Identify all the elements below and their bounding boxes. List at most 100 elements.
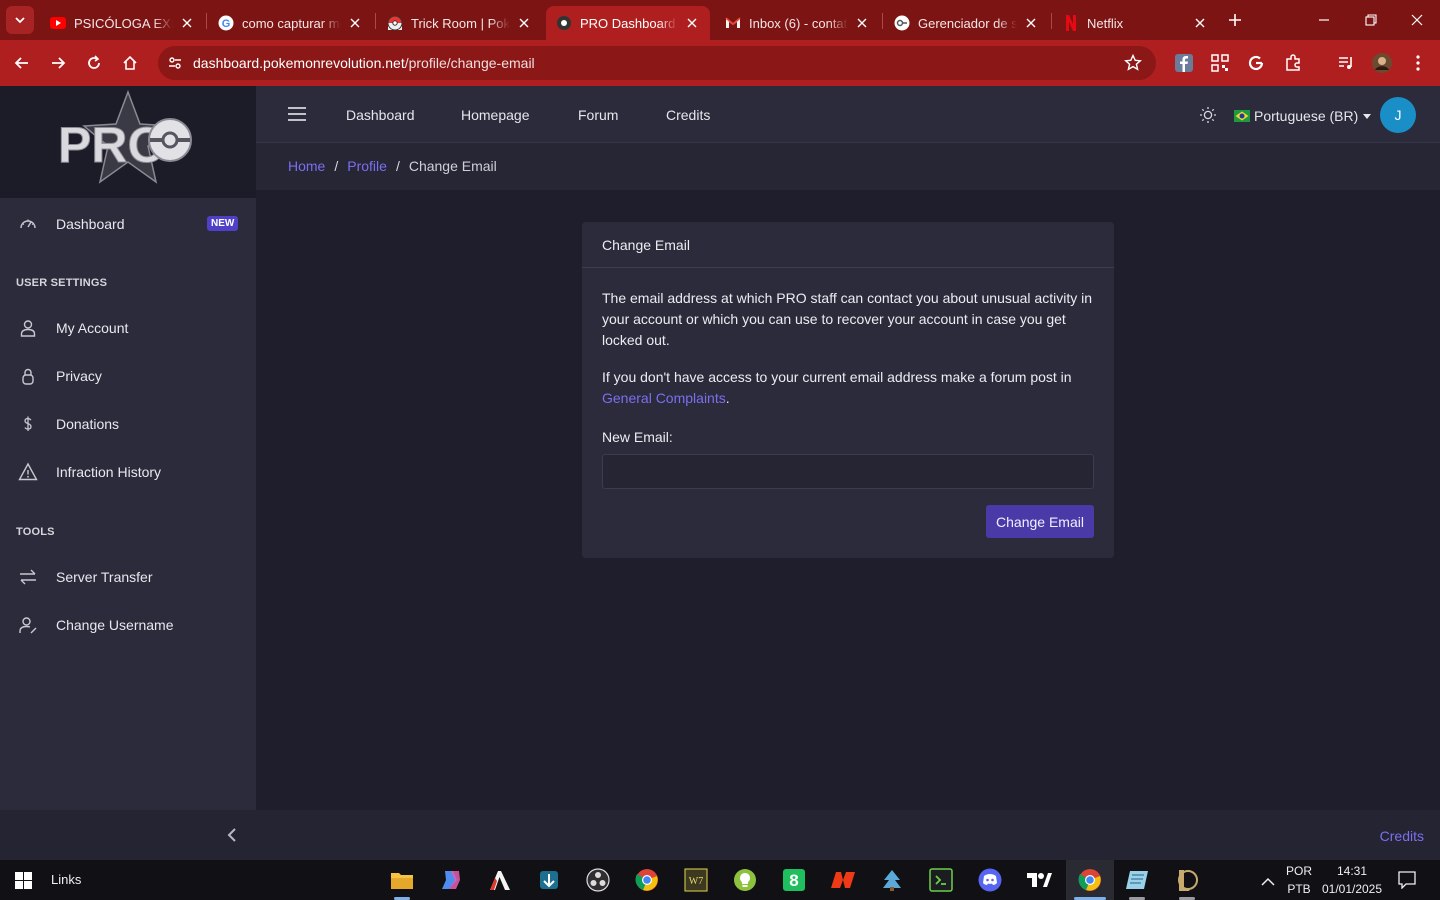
lightbulb-app-icon[interactable] xyxy=(732,867,758,893)
sidebar-item-change-username[interactable]: Change Username xyxy=(0,605,256,645)
extensions-button[interactable] xyxy=(1281,51,1305,75)
sidebar-item-label: Infraction History xyxy=(56,464,162,480)
app-icon-tree[interactable] xyxy=(879,867,905,893)
app-icon-a[interactable] xyxy=(487,867,513,893)
bookmark-star-icon[interactable] xyxy=(1124,53,1142,77)
breadcrumb-separator: / xyxy=(395,158,400,174)
discord-icon[interactable] xyxy=(977,867,1003,893)
user-avatar[interactable]: J xyxy=(1380,97,1416,133)
sidebar-item-privacy[interactable]: Privacy xyxy=(0,356,256,396)
close-icon[interactable] xyxy=(347,15,363,31)
browser-tab[interactable]: Netflix xyxy=(1053,6,1218,40)
clock-date[interactable]: 01/01/2025 xyxy=(1320,882,1384,896)
obs-icon[interactable] xyxy=(585,867,611,893)
browser-tab[interactable]: PSICÓLOGA EXPLICA xyxy=(40,6,205,40)
theme-toggle-button[interactable] xyxy=(1199,106,1217,129)
no-access-note: If you don't have access to your current… xyxy=(602,367,1096,409)
clock-time[interactable]: 14:31 xyxy=(1320,864,1384,878)
show-hidden-icons-button[interactable] xyxy=(1261,874,1275,892)
page-footer: Credits xyxy=(256,810,1440,860)
app-icon-red[interactable] xyxy=(830,867,856,893)
close-icon[interactable] xyxy=(516,15,532,31)
extension-button[interactable] xyxy=(1172,51,1196,75)
new-email-input[interactable] xyxy=(602,454,1094,489)
copilot-icon[interactable] xyxy=(438,867,464,893)
chevron-up-icon xyxy=(1261,877,1275,886)
new-tab-button[interactable] xyxy=(1223,8,1247,32)
extension-button[interactable] xyxy=(1244,51,1268,75)
hamburger-menu-button[interactable] xyxy=(288,106,306,127)
reload-button[interactable] xyxy=(82,51,106,75)
arrow-left-icon xyxy=(14,57,28,69)
sidebar-item-donations[interactable]: Donations xyxy=(0,404,256,444)
start-button[interactable] xyxy=(15,872,32,894)
arrow-right-icon xyxy=(52,57,66,69)
notification-center-button[interactable] xyxy=(1398,871,1416,894)
warning-icon xyxy=(18,462,38,482)
extension-button[interactable] xyxy=(1208,51,1232,75)
input-language[interactable]: POR xyxy=(1285,864,1313,878)
close-icon[interactable] xyxy=(179,15,195,31)
chrome-active-icon[interactable] xyxy=(1077,867,1103,893)
tab-search-button[interactable] xyxy=(6,6,34,34)
pokeball-icon xyxy=(387,15,403,31)
chrome-icon[interactable] xyxy=(634,867,660,893)
puzzle-icon xyxy=(1286,54,1300,71)
nav-dashboard[interactable]: Dashboard xyxy=(346,107,415,123)
tab-label: PSICÓLOGA EXPLICA xyxy=(74,15,173,31)
browser-tab[interactable]: Gerenciador de se xyxy=(884,6,1049,40)
close-icon[interactable] xyxy=(1192,15,1208,31)
browser-tab[interactable]: Trick Room | Pokém xyxy=(377,6,542,40)
change-email-button[interactable]: Change Email xyxy=(986,505,1094,538)
close-window-button[interactable] xyxy=(1405,8,1429,32)
nav-forum[interactable]: Forum xyxy=(578,107,618,123)
close-icon[interactable] xyxy=(684,15,700,31)
transfer-arrows-icon xyxy=(18,567,38,587)
home-button[interactable] xyxy=(118,51,142,75)
tradingview-icon[interactable] xyxy=(1026,867,1052,893)
nav-homepage[interactable]: Homepage xyxy=(461,107,530,123)
terminal-app-icon[interactable] xyxy=(928,867,954,893)
browser-tab[interactable]: G como capturar mo xyxy=(208,6,373,40)
forward-button[interactable] xyxy=(46,51,70,75)
browser-tab-bar: PSICÓLOGA EXPLICA G como capturar mo Tri… xyxy=(0,0,1440,40)
minimize-button[interactable] xyxy=(1312,8,1336,32)
close-icon[interactable] xyxy=(1023,15,1039,31)
pro-logo[interactable]: PRO xyxy=(58,90,198,190)
keyboard-layout[interactable]: PTB xyxy=(1285,882,1313,896)
notes-app-icon[interactable] xyxy=(1124,867,1150,893)
tab-separator xyxy=(882,13,883,29)
browser-tab-active[interactable]: PRO Dashboard xyxy=(546,6,710,40)
footer-credits-link[interactable]: Credits xyxy=(1380,828,1424,844)
browser-menu-button[interactable] xyxy=(1406,51,1430,75)
dollar-icon xyxy=(18,414,38,434)
links-toolbar[interactable]: Links xyxy=(51,872,81,887)
restore-button[interactable] xyxy=(1359,8,1383,32)
top-navbar: Dashboard Homepage Forum Credits Portugu… xyxy=(256,86,1440,143)
file-explorer-icon[interactable] xyxy=(389,867,415,893)
w7-app-icon[interactable]: W7 xyxy=(683,867,709,893)
site-info-icon[interactable] xyxy=(167,55,183,76)
address-bar[interactable]: dashboard.pokemonrevolution.net/profile/… xyxy=(158,46,1156,80)
browser-tab[interactable]: Inbox (6) - contato xyxy=(715,6,880,40)
url-path: /profile/change-email xyxy=(404,55,535,71)
language-selector[interactable]: Portuguese (BR) xyxy=(1234,106,1372,126)
collapse-sidebar-button[interactable] xyxy=(224,826,240,844)
sidebar-item-infraction-history[interactable]: Infraction History xyxy=(0,452,256,492)
sidebar-item-my-account[interactable]: My Account xyxy=(0,308,256,348)
sidebar-item-server-transfer[interactable]: Server Transfer xyxy=(0,557,256,597)
breadcrumb-home[interactable]: Home xyxy=(288,158,325,174)
card-header: Change Email xyxy=(582,222,1114,268)
caret-down-icon xyxy=(1363,113,1372,119)
profile-button[interactable] xyxy=(1370,51,1394,75)
general-complaints-link[interactable]: General Complaints xyxy=(602,390,726,406)
nav-credits[interactable]: Credits xyxy=(666,107,710,123)
app-icon-8[interactable]: 8 xyxy=(781,867,807,893)
close-icon[interactable] xyxy=(854,15,870,31)
app-icon-download[interactable] xyxy=(536,867,562,893)
media-control-button[interactable] xyxy=(1334,51,1358,75)
league-of-legends-icon[interactable] xyxy=(1174,867,1200,893)
back-button[interactable] xyxy=(10,51,34,75)
browser-toolbar: dashboard.pokemonrevolution.net/profile/… xyxy=(0,40,1440,86)
breadcrumb-profile[interactable]: Profile xyxy=(347,158,387,174)
